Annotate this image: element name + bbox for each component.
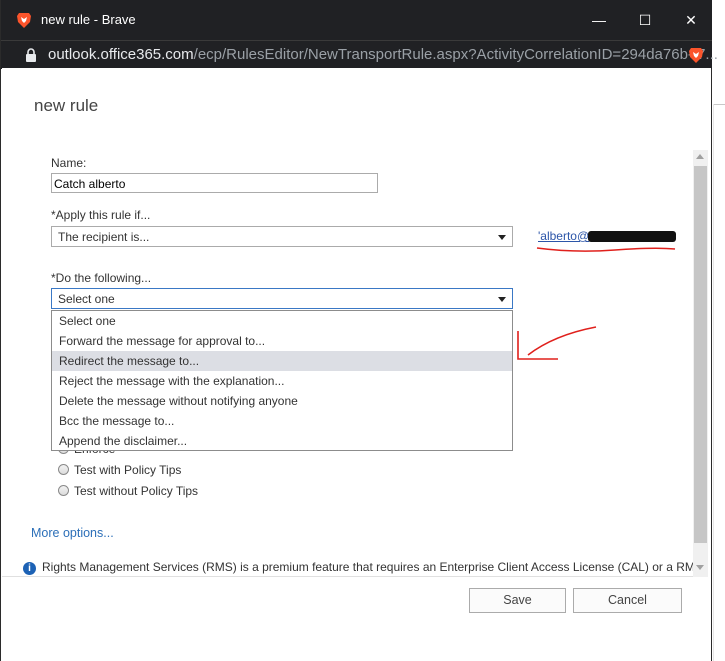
redaction-mark	[588, 231, 676, 242]
url-text[interactable]: outlook.office365.com/ecp/RulesEditor/Ne…	[48, 46, 718, 63]
window-title: new rule - Brave	[41, 12, 136, 27]
dropdown-option[interactable]: Reject the message with the explanation.…	[52, 371, 512, 391]
chevron-down-icon	[498, 297, 506, 302]
apply-rule-value: The recipient is...	[58, 230, 150, 244]
dropdown-option-label: Select one	[59, 314, 116, 328]
dropdown-option[interactable]: Delete the message without notifying any…	[52, 391, 512, 411]
more-options-link[interactable]: More options...	[31, 526, 114, 540]
name-field[interactable]: Catch alberto	[51, 173, 378, 193]
dropdown-option-label: Forward the message for approval to...	[59, 334, 266, 348]
red-underline-annotation	[536, 247, 676, 252]
do-following-value: Select one	[58, 292, 115, 306]
brave-shields-icon[interactable]	[687, 46, 705, 64]
radio-test-with-tips-label: Test with Policy Tips	[74, 463, 182, 477]
url-path: /ecp/RulesEditor/NewTransportRule.aspx?A…	[193, 46, 718, 63]
save-button[interactable]: Save	[469, 588, 566, 613]
do-following-label: *Do the following...	[51, 271, 152, 285]
dropdown-option[interactable]: Select one	[52, 311, 512, 331]
dropdown-option[interactable]: Append the disclaimer...	[52, 431, 512, 451]
minimize-button[interactable]: —	[583, 8, 615, 32]
dropdown-option-label: Append the disclaimer...	[59, 434, 188, 448]
scrollbar-thumb[interactable]	[694, 166, 707, 543]
browser-popup-window: new rule - Brave — ☐ ✕ outlook.office365…	[0, 0, 718, 661]
brave-logo-icon	[17, 13, 31, 28]
dropdown-option[interactable]: Forward the message for approval to...	[52, 331, 512, 351]
close-button[interactable]: ✕	[675, 8, 707, 32]
background-divider-vertical	[713, 104, 714, 661]
do-following-select[interactable]: Select one	[51, 288, 513, 309]
lock-icon	[26, 48, 36, 62]
radio-button-icon[interactable]	[58, 485, 69, 496]
radio-button-icon[interactable]	[58, 464, 69, 475]
background-divider	[713, 104, 725, 105]
name-label: Name:	[51, 156, 87, 170]
rule-editor-content: new rule Name: Catch alberto *Apply this…	[2, 68, 711, 661]
dropdown-option-label: Reject the message with the explanation.…	[59, 374, 285, 388]
dropdown-option-label: Delete the message without notifying any…	[59, 394, 298, 408]
dropdown-option-hovered[interactable]: Redirect the message to...	[52, 351, 512, 371]
address-bar[interactable]: outlook.office365.com/ecp/RulesEditor/Ne…	[1, 40, 718, 69]
background-page-edge	[713, 68, 725, 661]
chevron-down-icon	[498, 235, 506, 240]
cancel-button[interactable]: Cancel	[573, 588, 682, 613]
maximize-button[interactable]: ☐	[629, 8, 661, 32]
apply-rule-label: *Apply this rule if...	[51, 208, 151, 222]
red-arrow-annotation	[517, 326, 597, 360]
apply-rule-select[interactable]: The recipient is...	[51, 226, 513, 247]
dropdown-option-label: Redirect the message to...	[59, 354, 200, 368]
action-dropdown-list[interactable]: Select one Forward the message for appro…	[51, 310, 513, 451]
title-bar[interactable]: new rule - Brave — ☐ ✕	[1, 0, 712, 40]
url-host: outlook.office365.com	[48, 46, 194, 63]
radio-test-without-tips-label: Test without Policy Tips	[74, 484, 199, 498]
content-divider	[2, 576, 693, 577]
rms-info-text: Rights Management Services (RMS) is a pr…	[42, 560, 703, 574]
scroll-down-arrow-icon[interactable]	[696, 565, 704, 570]
page-title: new rule	[34, 96, 99, 115]
info-icon: i	[23, 562, 36, 575]
dropdown-option-label: Bcc the message to...	[59, 414, 175, 428]
recipient-link[interactable]: 'alberto@	[538, 229, 589, 243]
dropdown-option[interactable]: Bcc the message to...	[52, 411, 512, 431]
scroll-up-arrow-icon[interactable]	[696, 154, 704, 159]
